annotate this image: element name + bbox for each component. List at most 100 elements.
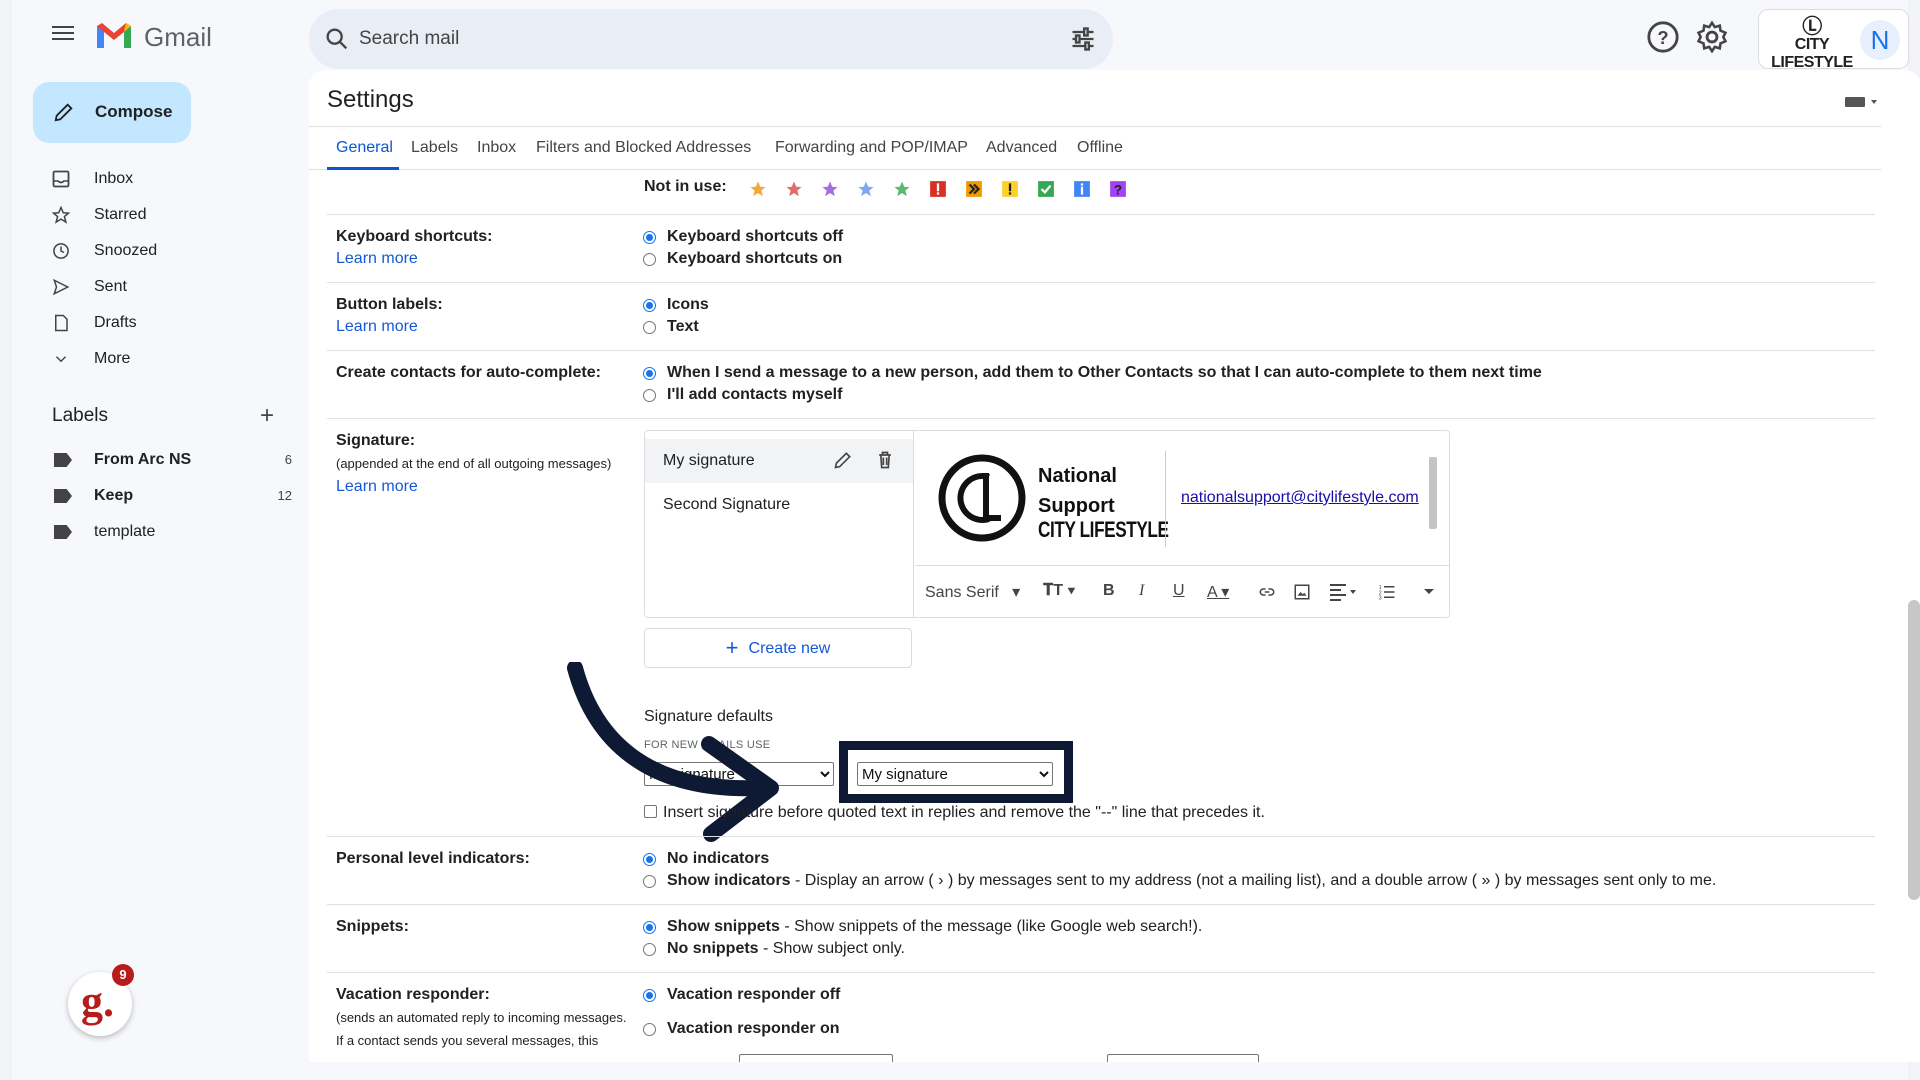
orange-star-icon[interactable] — [749, 180, 767, 198]
signature-email-link[interactable]: nationalsupport@citylifestyle.com — [1181, 489, 1419, 507]
tab-filters[interactable]: Filters and Blocked Addresses — [536, 139, 751, 157]
signature-editor: My signature Second Signature National Su… — [644, 430, 1450, 618]
green-check-icon[interactable] — [1037, 180, 1055, 198]
account-switcher[interactable]: Ⓛ CITY LIFESTYLE N — [1758, 9, 1909, 71]
signature-scrollbar[interactable] — [1429, 457, 1437, 529]
star-icon — [52, 206, 70, 224]
vacation-sublabel-2: If a contact sends you several messages,… — [336, 1033, 599, 1048]
settings-gear-icon[interactable] — [1695, 20, 1729, 54]
green-star-icon[interactable] — [893, 180, 911, 198]
radio-selected[interactable] — [643, 853, 656, 866]
show-snippets-option[interactable]: Show snippets - Show snippets of the mes… — [643, 918, 1202, 936]
vacation-on-option[interactable]: Vacation responder on — [643, 1020, 839, 1038]
main-menu-button[interactable] — [50, 22, 76, 48]
insert-signature-option[interactable]: Insert signature before quoted text in r… — [644, 804, 1265, 822]
help-icon[interactable]: ? — [1646, 20, 1680, 54]
keyboard-shortcuts-off-option[interactable]: Keyboard shortcuts off — [643, 228, 843, 246]
radio[interactable] — [643, 943, 656, 956]
radio-selected[interactable] — [643, 989, 656, 1002]
add-label-icon[interactable]: + — [260, 404, 274, 428]
clock-icon — [53, 243, 69, 259]
radio[interactable] — [643, 389, 656, 402]
gmail-wordmark[interactable]: Gmail — [144, 22, 212, 53]
label-item[interactable]: template — [42, 517, 292, 547]
keyboard-shortcuts-label: Keyboard shortcuts: — [336, 228, 493, 245]
signature-item-selected[interactable]: My signature — [645, 439, 913, 483]
button-labels-icons-option[interactable]: Icons — [643, 296, 709, 314]
red-bang-icon[interactable] — [929, 180, 947, 198]
signature-learn-more-link[interactable]: Learn more — [336, 478, 418, 496]
sidebar-item-inbox[interactable]: Inbox — [42, 162, 292, 196]
tab-advanced[interactable]: Advanced — [986, 139, 1057, 157]
sidebar-item-starred[interactable]: Starred — [42, 198, 292, 232]
search-input[interactable] — [359, 23, 1019, 55]
no-snippets-option[interactable]: No snippets - Show subject only. — [643, 940, 905, 958]
label-tag-icon — [54, 453, 72, 467]
radio-selected[interactable] — [643, 921, 656, 934]
italic-icon[interactable]: I — [1139, 582, 1144, 600]
purple-question-icon[interactable]: ? — [1109, 180, 1127, 198]
settings-tabs: General Labels Inbox Filters and Blocked… — [309, 126, 1881, 170]
numbered-list-icon[interactable]: 123 — [1377, 583, 1397, 601]
blue-star-icon[interactable] — [857, 180, 875, 198]
label-item[interactable]: Keep 12 — [42, 481, 292, 511]
link-icon[interactable] — [1257, 583, 1277, 601]
sidebar-item-drafts[interactable]: Drafts — [42, 306, 292, 340]
search-icon[interactable] — [323, 25, 351, 53]
signature-preview[interactable]: National Support CITY LIFESTYLE nationals… — [915, 431, 1449, 565]
orange-guillemet-icon[interactable] — [965, 180, 983, 198]
page-scrollbar[interactable] — [1908, 600, 1920, 900]
edit-pencil-icon[interactable] — [833, 450, 853, 470]
sidebar-item-sent[interactable]: Sent — [42, 270, 292, 304]
bold-icon[interactable]: B — [1103, 582, 1115, 600]
tab-offline[interactable]: Offline — [1077, 139, 1123, 157]
label-item[interactable]: From Arc NS 6 — [42, 445, 292, 475]
text-size-icon[interactable]: 𝐓T ▾ — [1043, 582, 1075, 600]
image-icon[interactable] — [1293, 583, 1311, 601]
manual-contacts-option[interactable]: I'll add contacts myself — [643, 386, 842, 404]
radio-selected[interactable] — [643, 299, 656, 312]
no-indicators-option[interactable]: No indicators — [643, 850, 769, 868]
search-options-icon[interactable] — [1069, 25, 1097, 53]
yellow-bang-icon[interactable] — [1001, 180, 1019, 198]
radio-selected[interactable] — [643, 231, 656, 244]
active-tab-indicator — [327, 167, 399, 170]
red-star-icon[interactable] — [785, 180, 803, 198]
tab-forwarding[interactable]: Forwarding and POP/IMAP — [775, 139, 968, 157]
search-bar[interactable] — [309, 9, 1113, 69]
compose-button[interactable]: Compose — [33, 82, 191, 143]
sidebar-item-more[interactable]: More — [42, 342, 292, 376]
purple-star-icon[interactable] — [821, 180, 839, 198]
keyboard-input-icon[interactable] — [1843, 94, 1883, 110]
button-labels-learn-more-link[interactable]: Learn more — [336, 318, 418, 336]
blue-info-icon[interactable] — [1073, 180, 1091, 198]
extension-badge[interactable]: g. 9 — [68, 964, 134, 1036]
radio[interactable] — [643, 1023, 656, 1036]
checkbox[interactable] — [644, 805, 657, 818]
first-day-field[interactable] — [739, 1054, 893, 1062]
last-day-field[interactable] — [1107, 1054, 1259, 1062]
font-family-select[interactable]: Sans Serif ▾ — [925, 582, 1020, 602]
tab-general[interactable]: General — [336, 139, 393, 157]
tab-labels[interactable]: Labels — [411, 139, 458, 157]
gmail-logo-icon[interactable] — [94, 20, 134, 50]
auto-add-contacts-option[interactable]: When I send a message to a new person, a… — [643, 364, 1542, 382]
more-formatting-icon[interactable] — [1423, 588, 1435, 596]
underline-icon[interactable]: U — [1173, 582, 1185, 600]
radio-selected[interactable] — [643, 367, 656, 380]
show-indicators-option[interactable]: Show indicators - Display an arrow ( › )… — [643, 872, 1716, 890]
radio[interactable] — [643, 253, 656, 266]
keyboard-learn-more-link[interactable]: Learn more — [336, 250, 418, 268]
avatar[interactable]: N — [1860, 20, 1900, 60]
trash-icon[interactable] — [875, 450, 895, 470]
radio[interactable] — [643, 321, 656, 334]
radio[interactable] — [643, 875, 656, 888]
align-icon[interactable] — [1329, 583, 1359, 601]
text-color-icon[interactable]: A ▾ — [1207, 582, 1229, 602]
tab-inbox[interactable]: Inbox — [477, 139, 516, 157]
keyboard-shortcuts-on-option[interactable]: Keyboard shortcuts on — [643, 250, 842, 268]
button-labels-text-option[interactable]: Text — [643, 318, 699, 336]
signature-item[interactable]: Second Signature — [645, 483, 913, 527]
sidebar-item-snoozed[interactable]: Snoozed — [42, 234, 292, 268]
vacation-off-option[interactable]: Vacation responder off — [643, 986, 840, 1004]
